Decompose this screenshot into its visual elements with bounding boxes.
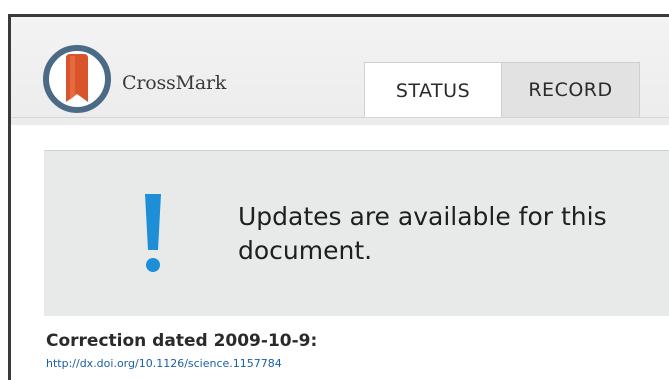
correction-doi-link[interactable]: http://dx.doi.org/10.1126/science.115778… <box>46 357 282 370</box>
crossmark-dialog: CrossMark STATUS RECORD Updates are avai… <box>0 0 669 380</box>
tab-status-label: STATUS <box>395 79 471 102</box>
tab-record[interactable]: RECORD <box>502 62 640 117</box>
update-message: Updates are available for this document. <box>238 202 607 265</box>
brand-name: CrossMark <box>122 72 227 94</box>
tab-record-label: RECORD <box>528 79 613 101</box>
tab-divider <box>11 117 669 118</box>
exclamation-icon <box>145 194 161 272</box>
window-left-border <box>8 14 11 380</box>
crossmark-ribbon-icon <box>43 45 111 113</box>
window-top-border <box>8 14 669 17</box>
correction-label: Correction dated 2009-10-9: <box>46 331 318 351</box>
tab-status[interactable]: STATUS <box>364 62 502 118</box>
